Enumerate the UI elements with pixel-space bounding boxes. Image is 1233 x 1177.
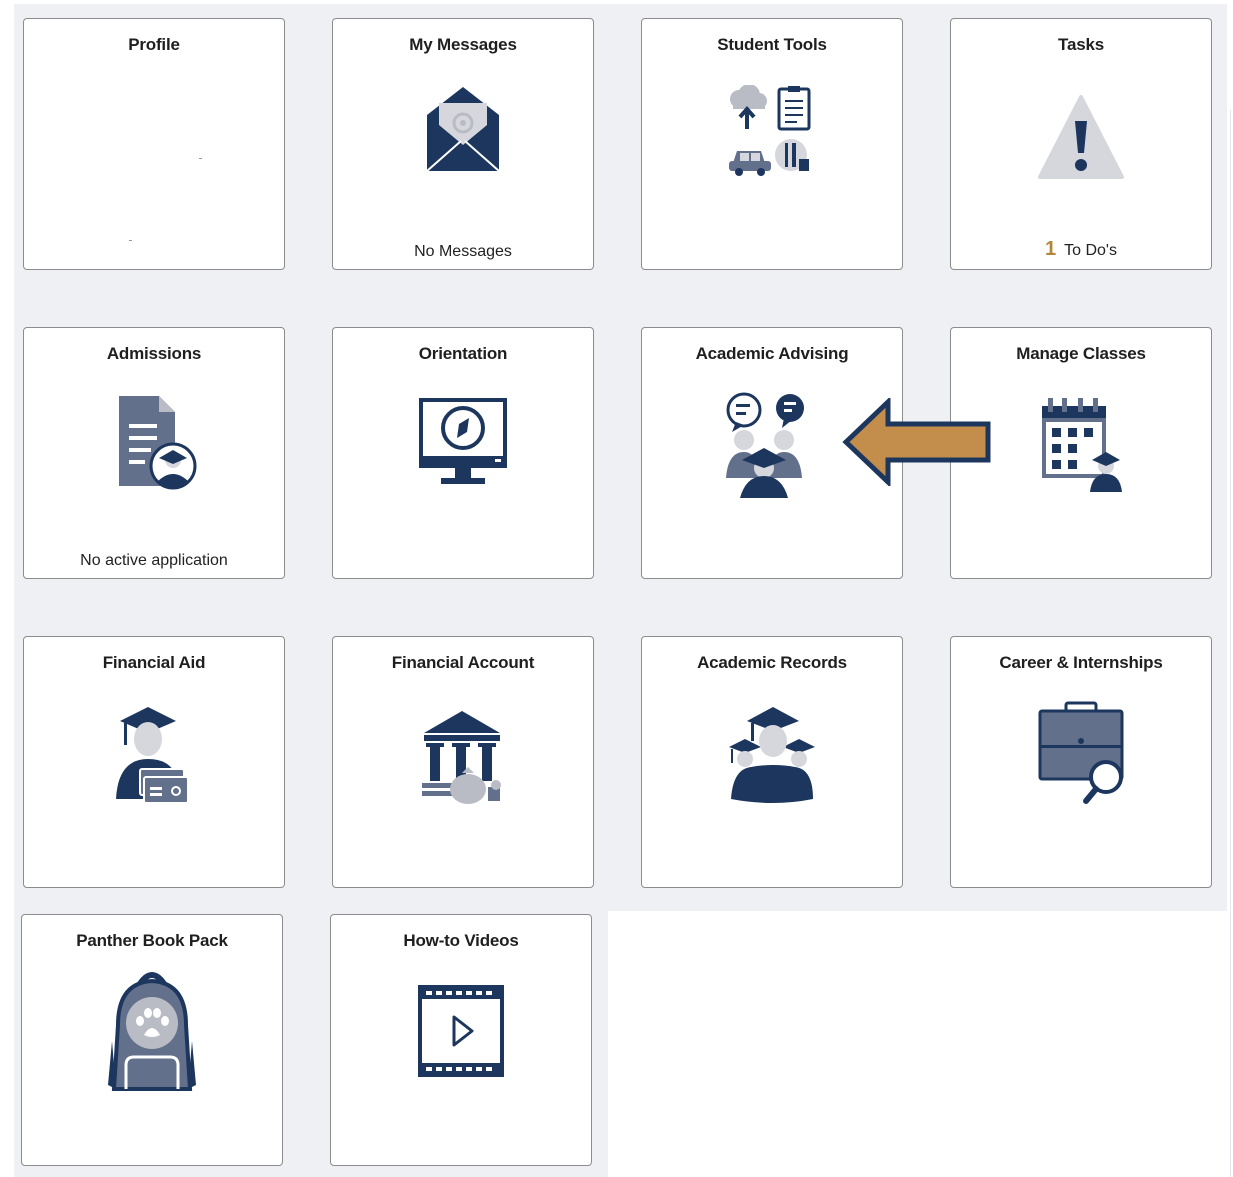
tile-how-to-videos[interactable]: How-to Videos (330, 914, 592, 1166)
monitor-compass-icon (333, 396, 593, 495)
admissions-status: No active application (80, 552, 228, 569)
tile-orientation[interactable]: Orientation (332, 327, 594, 579)
page-edge-divider (1230, 110, 1231, 1177)
tile-title: Academic Advising (695, 344, 849, 363)
tile-title: Financial Aid (102, 653, 206, 672)
tasks-label: To Do's (1064, 242, 1117, 259)
tile-title: Orientation (418, 344, 508, 363)
envelope-icon (333, 81, 593, 182)
tile-career-internships[interactable]: Career & Internships (950, 636, 1212, 888)
film-play-icon (331, 985, 591, 1084)
tile-title: Career & Internships (999, 653, 1163, 672)
tile-academic-records[interactable]: Academic Records (641, 636, 903, 888)
admissions-document-icon (24, 390, 284, 505)
tile-title: My Messages (409, 35, 517, 54)
tile-my-messages[interactable]: My Messages No Messages (332, 18, 594, 270)
graduate-card-icon (24, 703, 284, 812)
tile-title: Tasks (1058, 35, 1104, 54)
backpack-paw-icon (22, 965, 282, 1104)
tile-title: Financial Account (391, 653, 535, 672)
briefcase-search-icon (951, 701, 1211, 814)
tile-title: Admissions (106, 344, 202, 363)
tile-panther-book-pack[interactable]: Panther Book Pack (21, 914, 283, 1166)
profile-placeholder-mark (199, 158, 202, 159)
tile-title: Student Tools (717, 35, 827, 54)
tile-title: Panther Book Pack (76, 931, 228, 950)
tile-title: Academic Records (697, 653, 847, 672)
tile-profile[interactable]: Profile (23, 18, 285, 270)
profile-placeholder-mark (129, 240, 132, 241)
warning-icon (951, 93, 1211, 188)
student-tools-icon (642, 85, 902, 190)
messages-status: No Messages (414, 243, 512, 260)
tile-tasks[interactable]: Tasks 1 To Do's (950, 18, 1212, 270)
tile-title: How-to Videos (403, 931, 519, 950)
tile-student-tools[interactable]: Student Tools (641, 18, 903, 270)
tile-title: Manage Classes (1016, 344, 1146, 363)
tasks-status: 1 To Do's (951, 238, 1211, 261)
tile-financial-account[interactable]: Financial Account (332, 636, 594, 888)
tile-admissions[interactable]: Admissions No active application (23, 327, 285, 579)
bank-money-icon (333, 707, 593, 812)
tasks-count: 1 (1045, 238, 1057, 260)
pointer-arrow-icon (842, 396, 992, 491)
graduates-group-icon (642, 703, 902, 812)
tile-title: Profile (128, 35, 180, 54)
tile-financial-aid[interactable]: Financial Aid (23, 636, 285, 888)
